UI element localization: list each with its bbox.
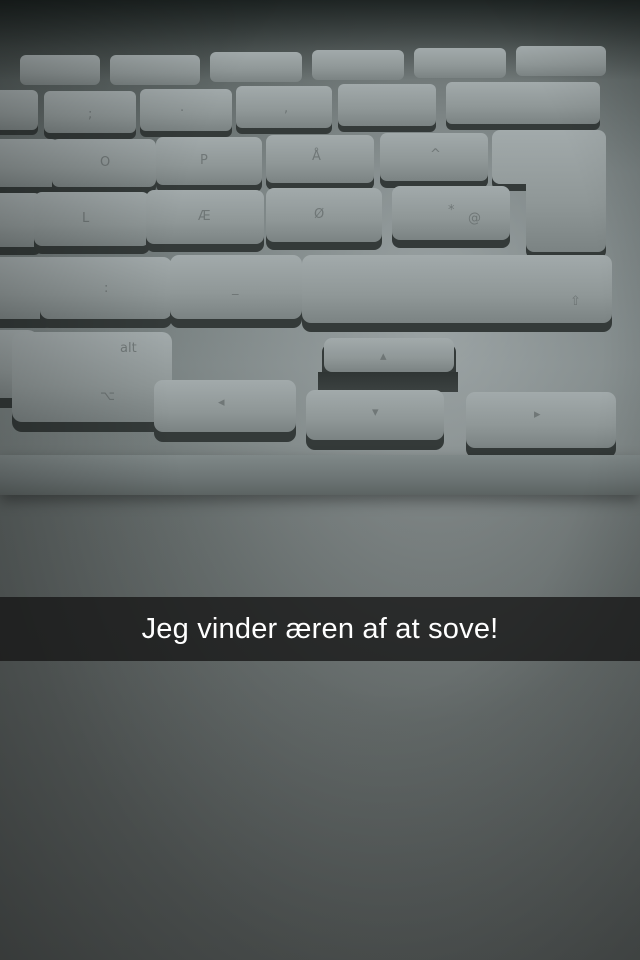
arrow-gap: [318, 372, 458, 392]
svg-text:Æ: Æ: [198, 209, 211, 224]
svg-text:▸: ▸: [534, 407, 541, 422]
keyboard-key: [20, 55, 100, 85]
svg-text:L: L: [82, 211, 90, 226]
option-key: [12, 332, 172, 422]
svg-text:_: _: [231, 281, 239, 296]
keyboard-frame-edge: [0, 455, 640, 495]
keyboard-key: [446, 82, 600, 124]
svg-text:⇧: ⇧: [570, 294, 581, 309]
arrow-right-key: [466, 392, 616, 448]
keyboard-key: [312, 50, 404, 80]
caption-bar: Jeg vinder æren af at sove!: [0, 597, 640, 661]
svg-text:O: O: [100, 155, 110, 170]
svg-text:^: ^: [430, 147, 441, 162]
svg-text:;: ;: [88, 107, 92, 122]
svg-text:·: ·: [180, 104, 184, 119]
keyboard-key: [0, 90, 38, 130]
photo-background: ; · , O P Å ^ L Æ Ø * @ : _ ⇧ alt ⌥ ◂ ▴ …: [0, 0, 640, 960]
svg-text:*: *: [448, 203, 455, 218]
key-row-0: [20, 46, 606, 85]
command-key: [154, 380, 296, 432]
svg-text:◂: ◂: [218, 395, 225, 410]
keyboard-key: [210, 52, 302, 82]
svg-text:alt: alt: [120, 341, 137, 356]
key-row-4: [0, 255, 612, 332]
svg-text:Ø: Ø: [314, 207, 324, 222]
svg-text:,: ,: [284, 101, 288, 116]
key-row-5: [0, 330, 616, 458]
keyboard-key: [516, 46, 606, 76]
svg-text:▾: ▾: [372, 405, 379, 420]
keyboard-key: [414, 48, 506, 78]
svg-text:@: @: [468, 211, 481, 226]
shift-key: [302, 255, 612, 323]
svg-text:P: P: [200, 153, 208, 168]
svg-text::: :: [104, 281, 108, 296]
key-row-3: [0, 186, 510, 255]
keyboard-key: [156, 137, 262, 185]
svg-text:▴: ▴: [380, 349, 387, 364]
svg-text:Å: Å: [312, 148, 321, 164]
svg-text:⌥: ⌥: [100, 389, 115, 404]
keyboard-key: [338, 84, 436, 126]
arrow-up-key: [324, 338, 454, 372]
caption-text: Jeg vinder æren af at sove!: [141, 612, 499, 645]
keyboard-key: [110, 55, 200, 85]
keyboard-key: [140, 89, 232, 131]
keyboard-key: [0, 139, 58, 187]
keyboard-key: [34, 192, 150, 246]
